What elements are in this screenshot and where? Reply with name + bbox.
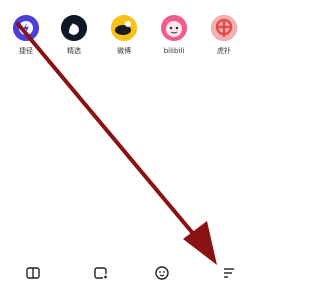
app-bilibili[interactable]: bilibili — [154, 15, 194, 56]
bilibili-icon — [161, 15, 187, 41]
weibo-icon — [111, 15, 137, 41]
app-weibo[interactable]: 微博 — [104, 15, 144, 56]
app-label: 虎扑 — [217, 47, 231, 55]
app-label: bilibili — [163, 47, 185, 55]
hupu-icon — [211, 15, 237, 41]
tabs-icon[interactable] — [90, 262, 112, 284]
bottom-toolbar — [0, 262, 260, 286]
smiley-icon[interactable] — [151, 262, 173, 284]
app-shortcut-row: 捷径 精选 微博 bilibili 虎扑 — [0, 0, 260, 70]
app-label: 精选 — [67, 47, 81, 55]
shortcuts-icon — [13, 15, 39, 41]
menu-icon[interactable] — [218, 262, 240, 284]
book-icon[interactable] — [22, 262, 44, 284]
app-picks[interactable]: 精选 — [54, 15, 94, 56]
app-shortcuts[interactable]: 捷径 — [6, 15, 46, 56]
app-label: 捷径 — [19, 47, 33, 55]
app-label: 微博 — [117, 47, 131, 55]
app-hupu[interactable]: 虎扑 — [204, 15, 244, 56]
picks-icon — [61, 15, 87, 41]
